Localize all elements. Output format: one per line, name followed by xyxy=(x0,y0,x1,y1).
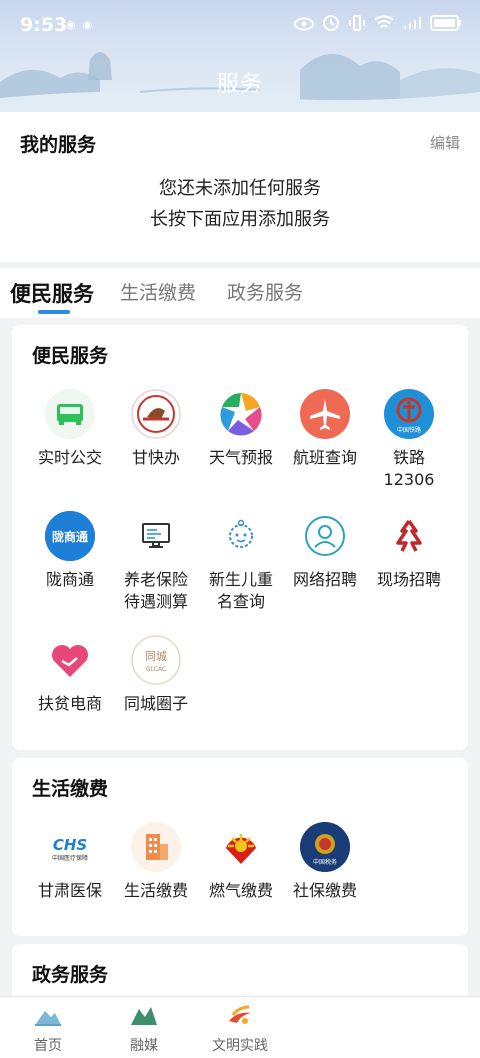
svg-text:GLCAC: GLCAC xyxy=(146,666,166,673)
tab-payment[interactable]: 生活缴费 xyxy=(120,278,196,305)
alarm-icon xyxy=(322,14,340,36)
service-gas-payment[interactable]: 燃气缴费 xyxy=(198,822,284,902)
service-railway[interactable]: 中国铁路 铁路 12306 xyxy=(366,389,452,491)
service-gankuaiban[interactable]: 甘快办 xyxy=(113,389,199,469)
service-label: 燃气缴费 xyxy=(208,881,273,900)
tab-convenience[interactable]: 便民服务 xyxy=(10,278,94,308)
tax-emblem-icon: 中国税务 xyxy=(300,822,350,872)
my-services-title: 我的服务 xyxy=(20,134,97,156)
edit-button[interactable]: 编辑 xyxy=(430,132,460,153)
bus-icon xyxy=(45,389,95,439)
payment-title: 生活缴费 xyxy=(32,778,109,800)
my-services-section: 我的服务 编辑 您还未添加任何服务 长按下面应用添加服务 xyxy=(0,112,480,262)
convenience-card: 便民服务 实时公交 甘快办 天气预报 航班查询 中国铁路 铁路 12306 陇商通 xyxy=(12,325,468,750)
handshake-heart-icon xyxy=(45,635,95,685)
nav-label: 融媒 xyxy=(130,1038,158,1054)
service-flight[interactable]: 航班查询 xyxy=(282,389,368,469)
active-tab-indicator xyxy=(38,310,70,314)
service-social-security[interactable]: 中国税务 社保缴费 xyxy=(282,822,368,902)
recruit-icon xyxy=(384,511,434,561)
service-weather[interactable]: 天气预报 xyxy=(198,389,284,469)
empty-message-line2: 长按下面应用添加服务 xyxy=(150,209,330,230)
nav-fade-overlay xyxy=(310,997,480,1058)
bottom-navigation: 首页 融媒 文明实践 xyxy=(0,996,480,1058)
svg-text:CHS: CHS xyxy=(53,836,87,854)
svg-text:中国税务: 中国税务 xyxy=(313,858,337,866)
service-label: 铁路 12306 xyxy=(383,448,435,489)
vibrate-icon xyxy=(348,14,366,36)
svg-text:同城: 同城 xyxy=(145,650,167,663)
notification-icons: ◉ ◉ xyxy=(66,18,93,31)
service-label: 天气预报 xyxy=(208,448,273,467)
service-newborn[interactable]: 新生儿重 名查询 xyxy=(198,511,284,613)
media-mountain-icon xyxy=(131,1007,157,1025)
gankuaiban-icon xyxy=(131,389,181,439)
longshangtong-icon: 陇商通 xyxy=(45,511,95,561)
status-icons xyxy=(294,14,462,36)
battery-icon xyxy=(430,15,462,35)
service-gansu-medical[interactable]: CHS 中国医疗保障 甘肃医保 xyxy=(27,822,113,902)
service-longshangtong[interactable]: 陇商通 陇商通 xyxy=(27,511,113,591)
service-label: 现场招聘 xyxy=(376,570,441,589)
railway-icon: 中国铁路 xyxy=(384,389,434,439)
service-label: 甘肃医保 xyxy=(37,881,102,900)
service-tongcheng[interactable]: 同城 GLCAC 同城圈子 xyxy=(113,635,199,715)
baby-icon xyxy=(216,511,266,561)
service-label: 同城圈子 xyxy=(123,694,188,713)
service-online-recruit[interactable]: 网络招聘 xyxy=(282,511,368,591)
header: 9:53 ◉ ◉ 服务 xyxy=(0,0,480,112)
nav-label: 首页 xyxy=(34,1038,62,1054)
service-label: 养老保险 待遇测算 xyxy=(123,570,188,611)
airplane-icon xyxy=(300,389,350,439)
signal-icon xyxy=(402,15,422,35)
home-mountain-icon xyxy=(35,1011,61,1026)
status-time: 9:53 xyxy=(20,14,68,36)
svg-text:中国医疗保障: 中国医疗保障 xyxy=(52,854,88,862)
svg-text:陇商通: 陇商通 xyxy=(52,529,88,544)
chs-icon: CHS 中国医疗保障 xyxy=(45,822,95,872)
convenience-title: 便民服务 xyxy=(32,345,109,367)
service-pension[interactable]: 养老保险 待遇测算 xyxy=(113,511,199,613)
service-realtime-bus[interactable]: 实时公交 xyxy=(27,389,113,469)
status-bar: 9:53 ◉ ◉ xyxy=(0,0,480,48)
tongcheng-icon: 同城 GLCAC xyxy=(131,635,181,685)
payment-card: 生活缴费 CHS 中国医疗保障 甘肃医保 生活缴费 燃气缴费 中国税务 社保缴费 xyxy=(12,758,468,936)
tab-government[interactable]: 政务服务 xyxy=(227,278,303,305)
nav-civilization[interactable]: 文明实践 xyxy=(200,1003,280,1055)
service-living-payment[interactable]: 生活缴费 xyxy=(113,822,199,902)
eye-icon xyxy=(294,16,314,35)
service-label: 生活缴费 xyxy=(123,881,188,900)
building-icon xyxy=(131,822,181,872)
wifi-icon xyxy=(374,15,394,35)
petrochina-icon xyxy=(216,822,266,872)
category-tabs: 便民服务 生活缴费 政务服务 xyxy=(0,268,480,318)
service-label: 社保缴费 xyxy=(292,881,357,900)
government-card: 政务服务 xyxy=(12,944,468,1004)
service-onsite-recruit[interactable]: 现场招聘 xyxy=(366,511,452,591)
government-title: 政务服务 xyxy=(32,964,109,986)
person-icon xyxy=(300,511,350,561)
service-label: 新生儿重 名查询 xyxy=(208,570,273,611)
svg-text:中国铁路: 中国铁路 xyxy=(397,426,421,434)
service-poverty-ecommerce[interactable]: 扶贫电商 xyxy=(27,635,113,715)
service-label: 陇商通 xyxy=(45,570,94,589)
service-label: 扶贫电商 xyxy=(37,694,102,713)
computer-icon xyxy=(131,511,181,561)
service-label: 航班查询 xyxy=(292,448,357,467)
service-label: 甘快办 xyxy=(131,448,180,467)
nav-label: 文明实践 xyxy=(212,1038,268,1054)
nav-home[interactable]: 首页 xyxy=(8,1003,88,1055)
empty-message-line1: 您还未添加任何服务 xyxy=(159,178,321,199)
civilization-icon xyxy=(229,1005,251,1024)
page-title: 服务 xyxy=(216,72,263,97)
nav-media[interactable]: 融媒 xyxy=(104,1003,184,1055)
service-label: 实时公交 xyxy=(37,448,102,467)
weather-icon xyxy=(216,389,266,439)
service-label: 网络招聘 xyxy=(292,570,357,589)
